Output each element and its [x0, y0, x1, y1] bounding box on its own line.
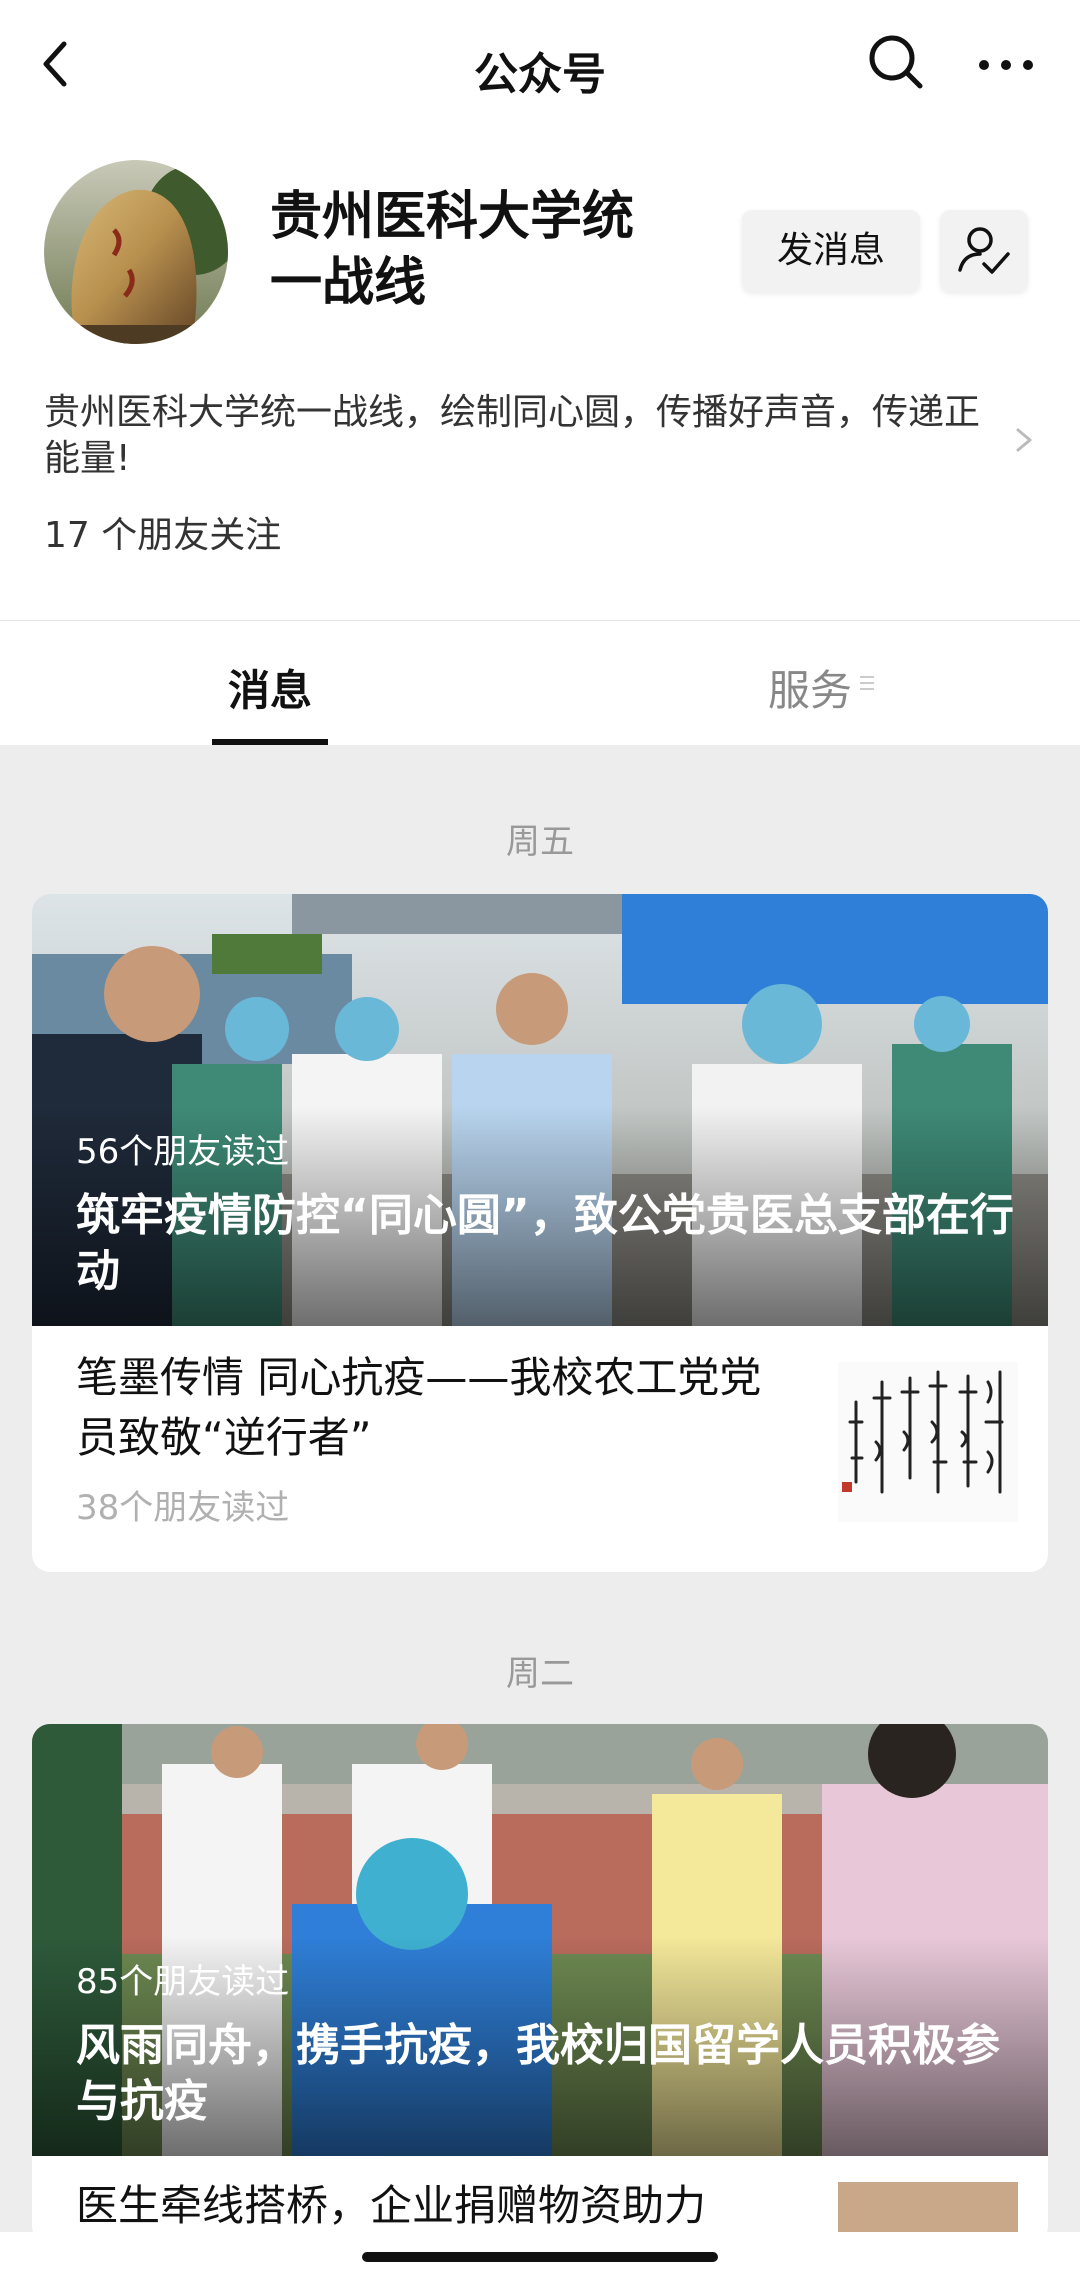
menu-lines-icon [860, 676, 874, 690]
top-nav-bar: 公众号 [0, 0, 1080, 130]
account-name: 贵州医科大学统 一战线 [270, 184, 690, 316]
article-sub-item[interactable]: 医生牵线搭桥，企业捐赠物资助力 [32, 2156, 1048, 2244]
sub-article-title: 医生牵线搭桥，企业捐赠物资助力 [76, 2181, 707, 2230]
article-card: 85个朋友读过 风雨同舟，携手抗疫，我校归国留学人员积极参与抗疫 医生牵线搭桥，… [32, 1724, 1048, 2244]
chevron-right-icon[interactable] [1010, 420, 1040, 460]
account-avatar[interactable] [44, 160, 228, 344]
account-description[interactable]: 贵州医科大学统一战线，绘制同心圆，传播好声音，传递正能量! [44, 390, 1004, 482]
follow-settings-button[interactable] [940, 210, 1028, 292]
more-button[interactable] [976, 40, 1036, 90]
article-card: 56个朋友读过 筑牢疫情防控“同心圆”，致公党贵医总支部在行动 笔墨传情 同心抗… [32, 894, 1048, 1572]
article-title: 风雨同舟，携手抗疫，我校归国留学人员积极参与抗疫 [76, 2020, 1000, 2127]
article-read-count: 85个朋友读过 [76, 1962, 290, 2002]
search-icon [869, 35, 923, 89]
calligraphy-image [842, 1370, 1004, 1494]
article-main[interactable]: 85个朋友读过 风雨同舟，携手抗疫，我校归国留学人员积极参与抗疫 [32, 1724, 1048, 2156]
date-label: 周二 [506, 1654, 574, 1694]
more-dots-icon [979, 60, 1033, 70]
tab-services-label: 服务 [768, 666, 853, 715]
send-message-button[interactable]: 发消息 [742, 210, 920, 292]
article-sub-item[interactable]: 笔墨传情 同心抗疫——我校农工党党员致敬“逆行者” 38个朋友读过 [32, 1326, 1048, 1572]
sub-article-title: 笔墨传情 同心抗疫——我校农工党党员致敬“逆行者” [76, 1353, 762, 1462]
article-main[interactable]: 56个朋友读过 筑牢疫情防控“同心圆”，致公党贵医总支部在行动 [32, 894, 1048, 1326]
search-button[interactable] [866, 32, 926, 92]
sub-article-read-count: 38个朋友读过 [76, 1488, 290, 1528]
home-indicator[interactable] [362, 2252, 718, 2262]
date-label: 周五 [506, 822, 574, 862]
account-tabs: 消息 服务 [0, 620, 1080, 745]
account-profile: 贵州医科大学统 一战线 发消息 贵州医科大学统一战线，绘制同心圆，传播好声音，传… [0, 130, 1080, 620]
followers-count[interactable]: 17 个朋友关注 [44, 506, 281, 558]
tab-messages[interactable]: 消息 [212, 621, 328, 745]
tab-messages-label: 消息 [227, 666, 312, 715]
tab-services[interactable]: 服务 [764, 621, 904, 745]
article-title: 筑牢疫情防控“同心圆”，致公党贵医总支部在行动 [76, 1190, 1014, 1297]
avatar-image [44, 160, 228, 344]
tab-active-indicator [212, 739, 328, 745]
account-name-line-1: 贵州医科大学统 [270, 187, 635, 247]
sub-article-thumbnail [838, 1362, 1018, 1522]
account-name-line-2: 一战线 [270, 253, 427, 313]
user-check-icon [958, 227, 1010, 274]
article-read-count: 56个朋友读过 [76, 1132, 290, 1172]
